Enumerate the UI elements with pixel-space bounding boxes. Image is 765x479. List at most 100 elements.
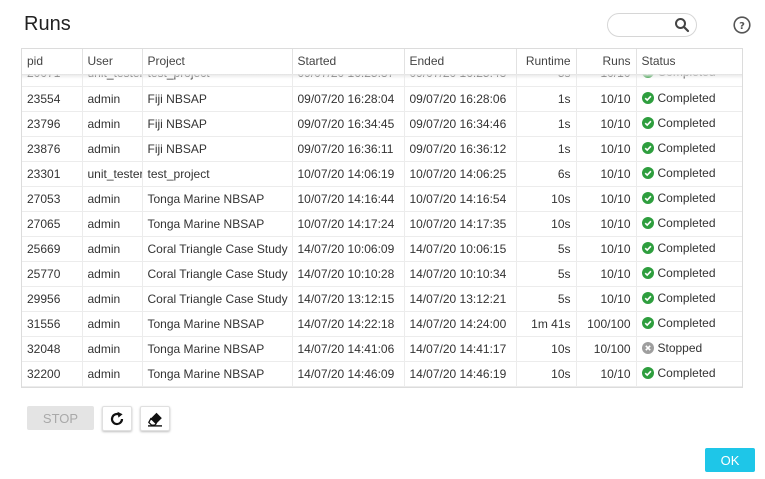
cell-started: 09/07/20 16:25:37	[292, 74, 405, 87]
status-badge: Completed	[641, 90, 716, 105]
cell-project: Tonga Marine NBSAP	[142, 211, 293, 237]
check-circle-icon	[641, 116, 654, 129]
column-header-project[interactable]: Project	[142, 49, 293, 75]
cell-user: admin	[82, 86, 143, 112]
cell-pid: 32200	[22, 361, 83, 387]
cell-pid: 25669	[22, 236, 83, 262]
svg-text:?: ?	[739, 21, 745, 32]
status-badge: Completed	[641, 290, 716, 305]
cell-status: Completed	[636, 186, 742, 212]
cell-runs: 10/10	[576, 86, 637, 112]
cell-ended: 14/07/20 13:12:21	[404, 286, 517, 312]
cell-status: Completed	[636, 211, 742, 237]
column-header-runtime[interactable]: Runtime	[516, 49, 577, 75]
refresh-button[interactable]	[102, 406, 132, 431]
cell-user: admin	[82, 211, 143, 237]
cell-pid: 20071	[22, 74, 83, 87]
status-label: Completed	[657, 190, 716, 205]
table-row[interactable]: 23554 admin Fiji NBSAP 09/07/20 16:28:04 09/…	[22, 86, 742, 112]
runs-table: pid User Project Started Ended Runtime Runs Sta…	[21, 48, 743, 388]
status-label: Completed	[658, 74, 716, 79]
cell-status: Completed	[636, 286, 742, 312]
table-row[interactable]: 23876 admin Fiji NBSAP 09/07/20 16:36:11 09/…	[22, 136, 742, 162]
table-row[interactable]: 25669 admin Coral Triangle Case Study 14/07…	[22, 236, 742, 262]
table-row[interactable]: 31556 admin Tonga Marine NBSAP 14/07/20 14:…	[22, 311, 742, 337]
cell-runs: 10/10	[576, 186, 637, 212]
cell-pid: 29956	[22, 286, 83, 312]
cell-ended: 14/07/20 14:46:19	[404, 361, 517, 387]
refresh-icon	[110, 411, 124, 425]
table-row[interactable]: 29956 admin Coral Triangle Case Study 14/07…	[22, 286, 742, 312]
column-header-runs[interactable]: Runs	[576, 49, 637, 75]
help-icon[interactable]: ?	[733, 16, 751, 34]
cell-pid: 31556	[22, 311, 83, 337]
cell-started: 14/07/20 13:12:15	[292, 286, 405, 312]
cell-status: Completed	[636, 361, 742, 387]
cell-ended: 09/07/20 16:36:12	[404, 136, 517, 162]
cell-user: admin	[82, 236, 143, 262]
check-circle-icon	[641, 74, 654, 79]
cell-status: Completed	[636, 311, 742, 337]
cell-runtime: 1m 41s	[516, 311, 577, 337]
cell-pid: 25770	[22, 261, 83, 287]
stop-button[interactable]: STOP	[27, 406, 94, 430]
cell-pid: 23554	[22, 86, 83, 112]
cell-runs: 10/10	[576, 236, 637, 262]
search-icon[interactable]	[674, 17, 690, 33]
search-field[interactable]	[607, 13, 697, 37]
cell-status: Stopped	[636, 336, 742, 362]
cell-started: 14/07/20 14:22:18	[292, 311, 405, 337]
check-circle-icon	[641, 91, 654, 104]
table-row[interactable]: 27053 admin Tonga Marine NBSAP 10/07/20 14:…	[22, 186, 742, 212]
column-header-started[interactable]: Started	[292, 49, 405, 75]
cell-user: admin	[82, 261, 143, 287]
status-label: Completed	[657, 115, 716, 130]
table-row[interactable]: 27065 admin Tonga Marine NBSAP 10/07/20 14:…	[22, 211, 742, 237]
cell-ended: 09/07/20 16:25:43	[404, 74, 517, 87]
cell-started: 14/07/20 10:10:28	[292, 261, 405, 287]
status-label: Completed	[657, 265, 716, 280]
status-badge: Completed	[641, 115, 716, 130]
status-label: Completed	[657, 315, 716, 330]
search-input[interactable]	[616, 17, 676, 33]
status-label: Completed	[657, 90, 716, 105]
cell-status: Completed	[636, 74, 742, 87]
cell-pid: 23796	[22, 111, 83, 137]
table-body-scroll[interactable]: 20071unit_testertest_project09/07/20 16:…	[22, 74, 742, 387]
status-label: Completed	[657, 290, 716, 305]
cell-user: admin	[82, 111, 143, 137]
column-header-ended[interactable]: Ended	[404, 49, 517, 75]
table-row[interactable]: 32048 admin Tonga Marine NBSAP 14/07/20 14:…	[22, 336, 742, 362]
table-row[interactable]: 23796 admin Fiji NBSAP 09/07/20 16:34:45 09/…	[22, 111, 742, 137]
column-header-status[interactable]: Status	[636, 49, 742, 75]
clear-button[interactable]	[140, 406, 170, 431]
table-row[interactable]: 32200 admin Tonga Marine NBSAP 14/07/20 14:…	[22, 361, 742, 387]
cell-started: 09/07/20 16:36:11	[292, 136, 405, 162]
table-header: pid User Project Started Ended Runtime Runs Sta…	[22, 49, 742, 75]
cell-status: Completed	[636, 111, 742, 137]
status-badge: Completed	[641, 366, 716, 380]
column-header-user[interactable]: User	[82, 49, 143, 75]
cell-project: Tonga Marine NBSAP	[142, 311, 293, 337]
cell-project: Tonga Marine NBSAP	[142, 336, 293, 362]
table-row[interactable]: 25770 admin Coral Triangle Case Study 14/07…	[22, 261, 742, 287]
cell-pid: 27053	[22, 186, 83, 212]
cell-runtime: 6s	[516, 161, 577, 187]
status-badge: Stopped	[641, 341, 702, 355]
cell-user: admin	[82, 336, 143, 362]
cell-runs: 10/10	[576, 361, 637, 387]
cell-project: test_project	[142, 161, 293, 187]
cell-runs: 10/10	[576, 286, 637, 312]
check-circle-icon	[641, 316, 654, 329]
cell-ended: 14/07/20 10:06:15	[404, 236, 517, 262]
cell-project: Tonga Marine NBSAP	[142, 186, 293, 212]
cell-runs: 10/10	[576, 111, 637, 137]
table-row[interactable]: 20071unit_testertest_project09/07/20 16:…	[22, 74, 742, 87]
status-badge: Completed	[641, 190, 716, 205]
status-badge: Completed	[641, 315, 716, 330]
check-circle-icon	[641, 166, 654, 179]
cell-user: admin	[82, 311, 143, 337]
column-header-pid[interactable]: pid	[22, 49, 83, 75]
ok-button[interactable]: OK	[705, 448, 755, 472]
table-row[interactable]: 23301 unit_tester test_project 10/07/20 14:…	[22, 161, 742, 187]
